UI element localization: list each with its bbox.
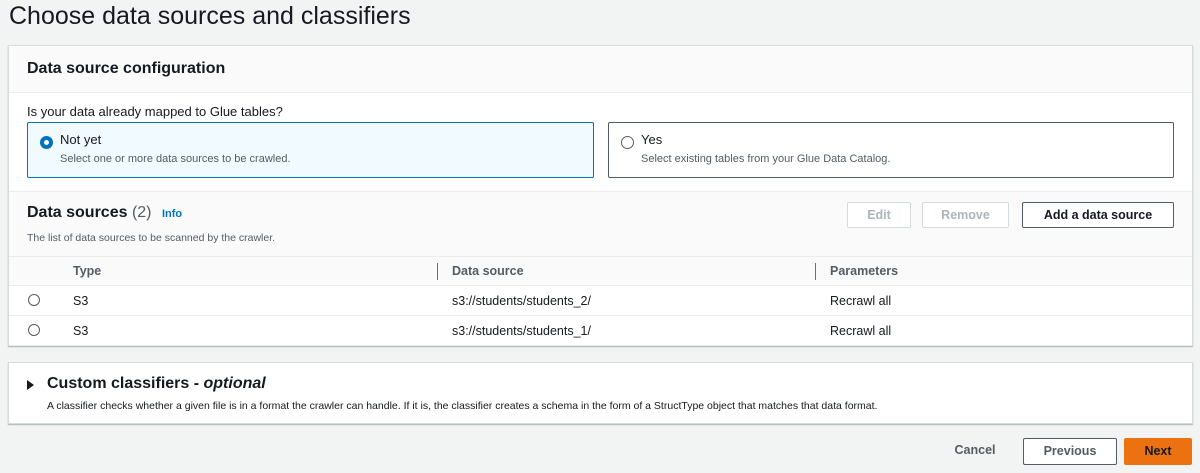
custom-classifiers-toggle[interactable]: Custom classifiers - optional bbox=[47, 375, 266, 393]
page-title: Choose data sources and classifiers bbox=[9, 2, 411, 30]
column-header-data-source[interactable]: Data source bbox=[452, 264, 524, 278]
column-header-type[interactable]: Type bbox=[73, 264, 101, 278]
option-label: Yes bbox=[641, 132, 663, 147]
info-link[interactable]: Info bbox=[162, 208, 182, 220]
classifiers-description: A classifier checks whether a given file… bbox=[47, 400, 878, 412]
classifiers-optional: optional bbox=[203, 375, 266, 392]
option-not-yet-tile[interactable]: Not yet Select one or more data sources … bbox=[27, 122, 594, 178]
edit-button[interactable]: Edit bbox=[847, 202, 911, 228]
table-header: Type Data source Parameters bbox=[9, 256, 1192, 286]
custom-classifiers-panel: Custom classifiers - optional A classifi… bbox=[8, 362, 1193, 424]
page: Choose data sources and classifiers Data… bbox=[0, 0, 1200, 473]
data-sources-count: (2) bbox=[131, 204, 152, 221]
cell-parameters: Recrawl all bbox=[830, 324, 892, 338]
data-sources-description: The list of data sources to be scanned b… bbox=[27, 232, 276, 244]
caret-right-icon[interactable] bbox=[27, 380, 34, 390]
option-description: Select existing tables from your Glue Da… bbox=[641, 153, 891, 165]
data-sources-title: Data sources (2) Info bbox=[27, 203, 182, 224]
row-radio[interactable] bbox=[28, 324, 40, 336]
cell-type: S3 bbox=[73, 324, 89, 338]
data-source-config-panel: Data source configuration Is your data a… bbox=[8, 45, 1193, 346]
cell-data-source: s3://students/students_1/ bbox=[452, 324, 591, 338]
option-description: Select one or more data sources to be cr… bbox=[60, 153, 291, 165]
data-sources-header: Data sources (2) Info The list of data s… bbox=[9, 192, 1192, 256]
column-header-parameters[interactable]: Parameters bbox=[830, 264, 898, 278]
cell-type: S3 bbox=[73, 294, 89, 308]
data-sources-table: Type Data source Parameters S3 s3://stud… bbox=[9, 256, 1192, 346]
classifiers-title: Custom classifiers - bbox=[47, 375, 204, 392]
panel-title: Data source configuration bbox=[27, 60, 226, 77]
cancel-button[interactable]: Cancel bbox=[940, 438, 1010, 465]
column-divider[interactable] bbox=[437, 263, 438, 280]
next-button[interactable]: Next bbox=[1124, 438, 1192, 465]
cell-data-source: s3://students/students_2/ bbox=[452, 294, 591, 308]
column-divider[interactable] bbox=[815, 263, 816, 280]
remove-button[interactable]: Remove bbox=[922, 202, 1009, 228]
table-row[interactable]: S3 s3://students/students_1/ Recrawl all bbox=[9, 316, 1192, 346]
radio-unselected-icon[interactable] bbox=[621, 136, 634, 149]
table-row[interactable]: S3 s3://students/students_2/ Recrawl all bbox=[9, 286, 1192, 316]
option-yes-tile[interactable]: Yes Select existing tables from your Glu… bbox=[608, 122, 1174, 178]
radio-selected-icon[interactable] bbox=[40, 136, 53, 149]
add-data-source-button[interactable]: Add a data source bbox=[1022, 202, 1174, 228]
cell-parameters: Recrawl all bbox=[830, 294, 892, 308]
panel-header: Data source configuration bbox=[9, 46, 1192, 93]
data-sources-title-text: Data sources bbox=[27, 204, 128, 221]
previous-button[interactable]: Previous bbox=[1023, 438, 1117, 465]
option-label: Not yet bbox=[60, 132, 102, 147]
mapping-question: Is your data already mapped to Glue tabl… bbox=[27, 104, 283, 119]
row-radio[interactable] bbox=[28, 294, 40, 306]
